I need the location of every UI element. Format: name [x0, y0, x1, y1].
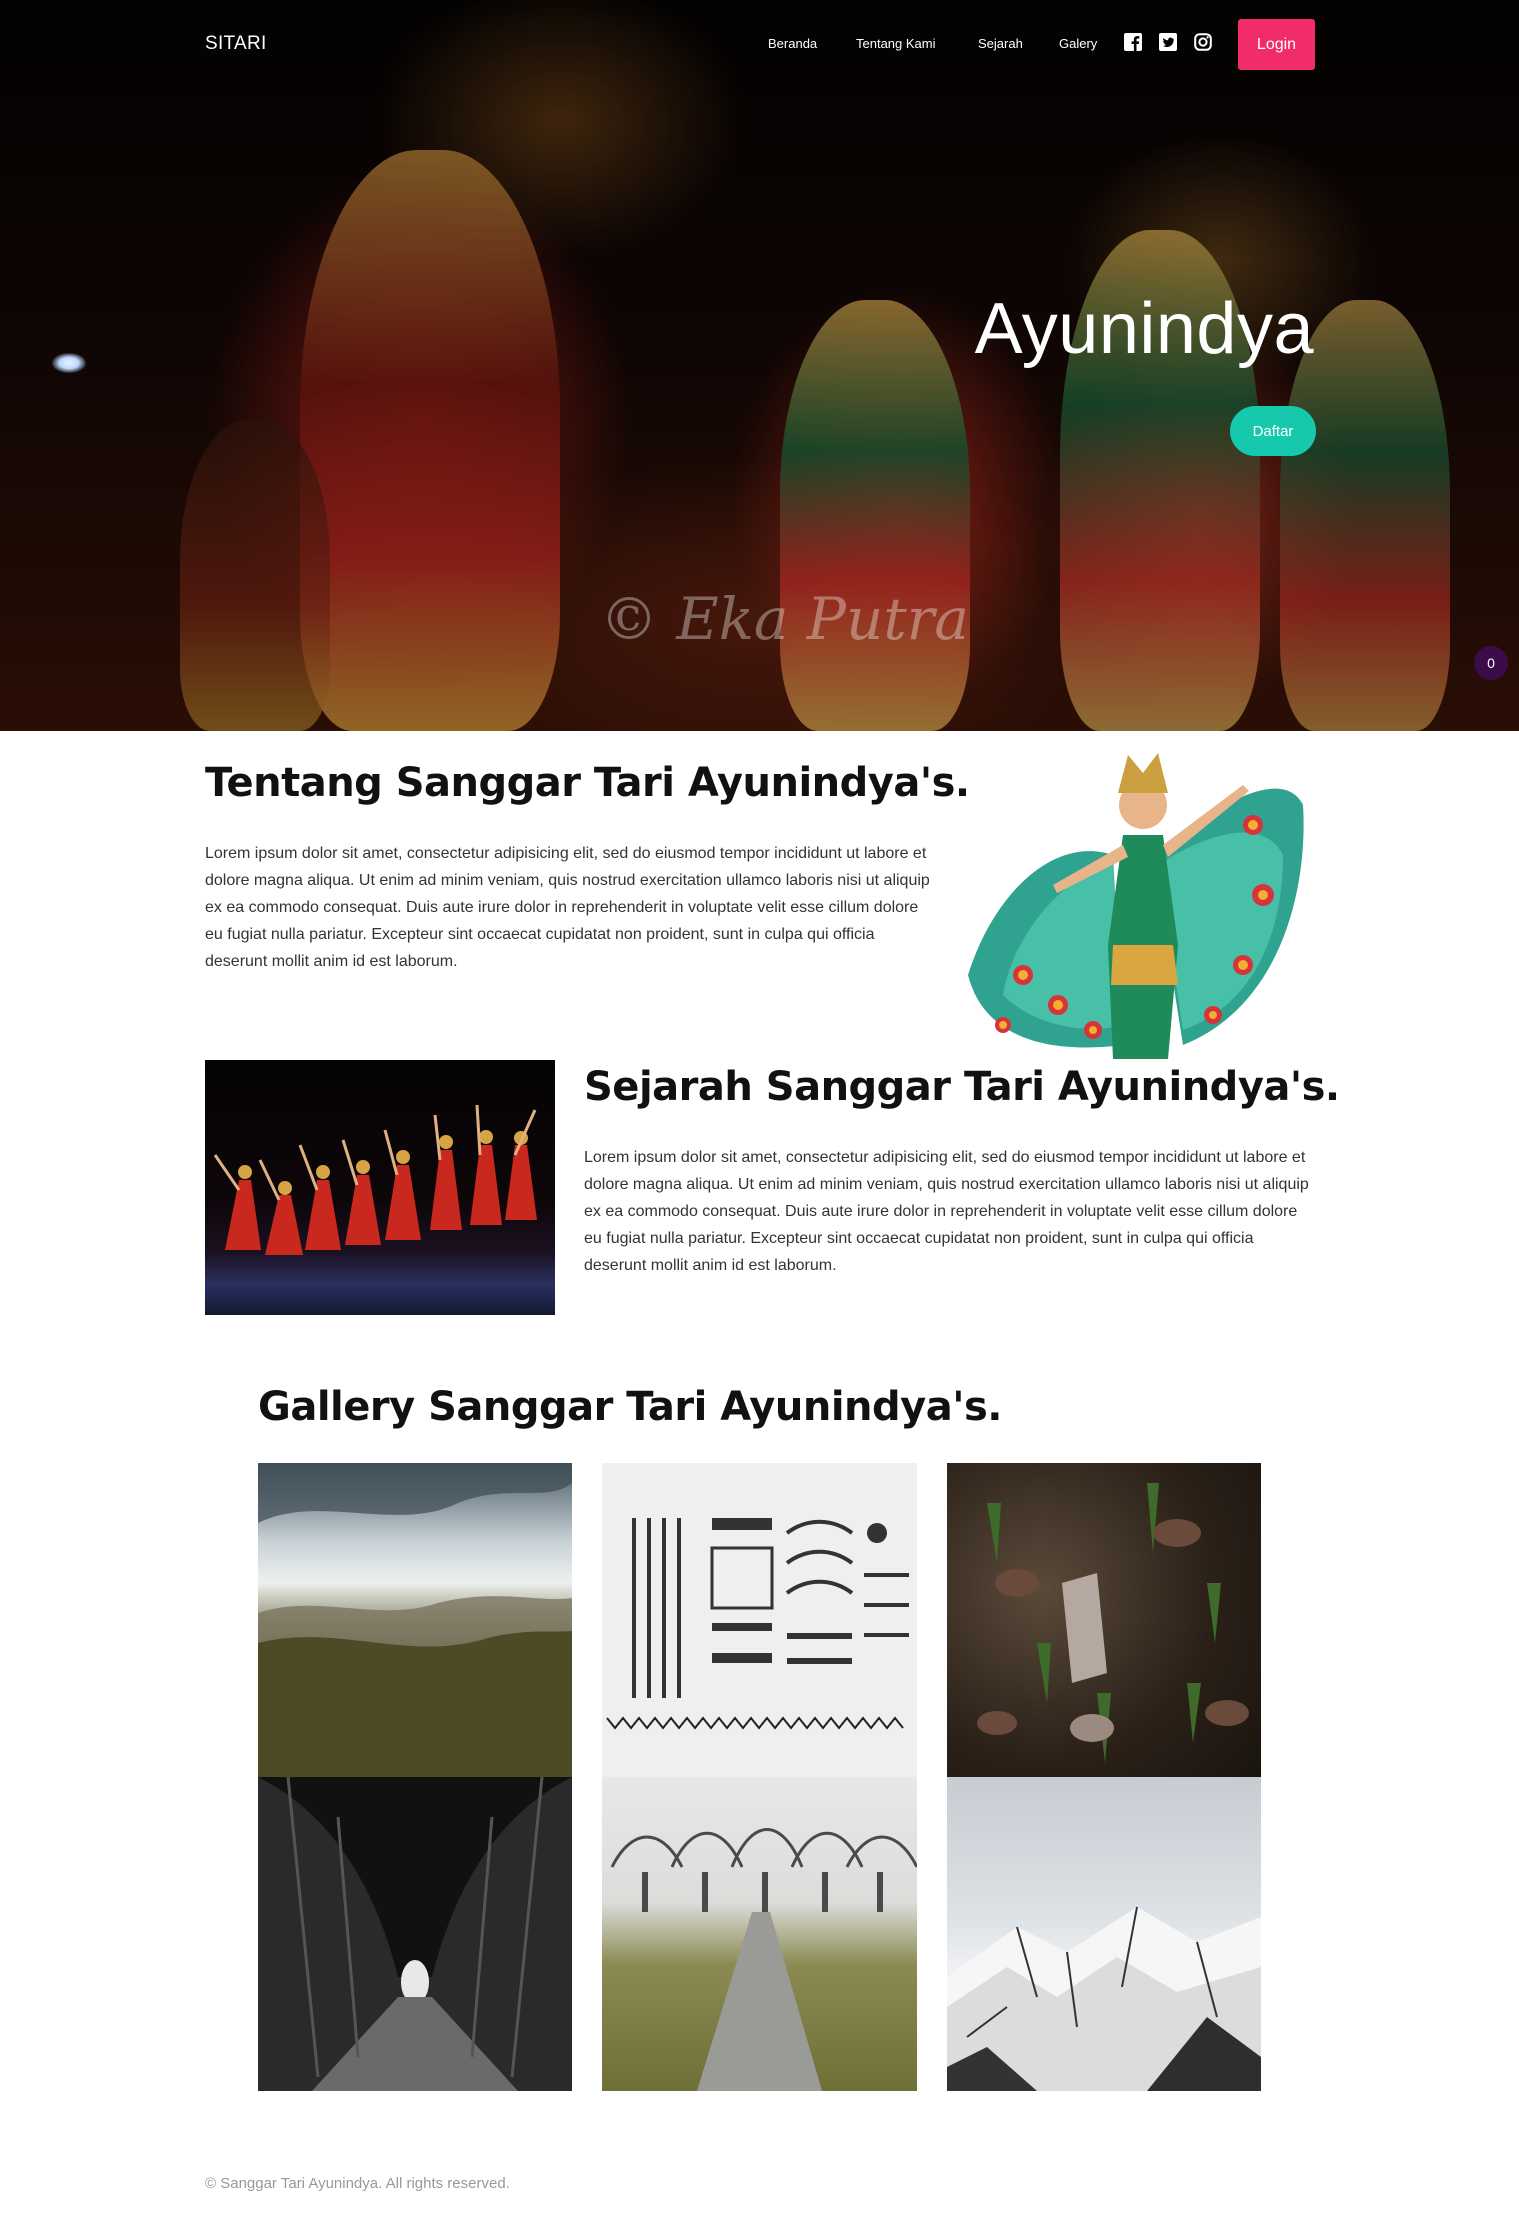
- gallery-photo-forest-floor[interactable]: [947, 1463, 1261, 1777]
- gallery-heading: Gallery Sanggar Tari Ayunindya's.: [258, 1384, 1002, 1430]
- gallery-photo-landscape-hills[interactable]: [258, 1463, 572, 1777]
- twitter-icon[interactable]: [1159, 33, 1177, 51]
- gallery-photo-snowy-mountains[interactable]: [947, 1777, 1261, 2091]
- daftar-button[interactable]: Daftar: [1230, 406, 1316, 456]
- gallery-photo-typewriter-parts[interactable]: [602, 1463, 917, 1777]
- photo-watermark: © Eka Putra: [600, 585, 969, 653]
- nav-link-galery[interactable]: Galery: [1059, 36, 1097, 51]
- gallery-photo-trees-path[interactable]: [602, 1777, 917, 2091]
- counter-badge[interactable]: 0: [1474, 646, 1508, 680]
- history-heading: Sejarah Sanggar Tari Ayunindya's.: [584, 1064, 1340, 1110]
- social-links: [1124, 33, 1212, 51]
- login-button[interactable]: Login: [1238, 19, 1315, 70]
- gallery-photo-tree-tunnel[interactable]: [258, 1777, 572, 2091]
- site-logo[interactable]: SITARI: [205, 33, 267, 55]
- facebook-icon[interactable]: [1124, 33, 1142, 51]
- nav-link-sejarah[interactable]: Sejarah: [978, 36, 1023, 51]
- nav-link-beranda[interactable]: Beranda: [768, 36, 817, 51]
- history-dance-photo: [205, 1060, 555, 1315]
- peacock-dancer-image: [968, 753, 1304, 1059]
- hero-title: Ayunindya: [974, 289, 1314, 369]
- instagram-icon[interactable]: [1194, 33, 1212, 51]
- footer-copyright: © Sanggar Tari Ayunindya. All rights res…: [205, 2175, 510, 2192]
- history-text: Lorem ipsum dolor sit amet, consectetur …: [584, 1149, 1309, 1274]
- about-text: Lorem ipsum dolor sit amet, consectetur …: [205, 845, 930, 970]
- light-glare: [52, 353, 86, 373]
- about-heading: Tentang Sanggar Tari Ayunindya's.: [205, 760, 970, 806]
- nav-link-tentang-kami[interactable]: Tentang Kami: [856, 36, 936, 51]
- hero-section: SITARI Beranda Tentang Kami Sejarah Gale…: [0, 0, 1519, 731]
